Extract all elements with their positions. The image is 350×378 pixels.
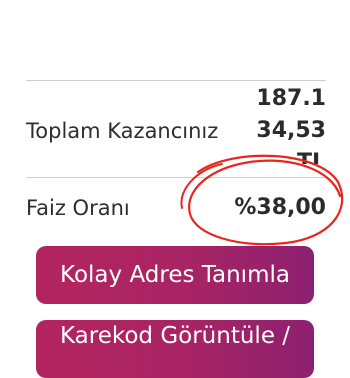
middle-divider xyxy=(26,177,326,178)
easy-address-button[interactable]: Kolay Adres Tanımla xyxy=(36,246,314,304)
previous-value: 187.1 xyxy=(256,86,326,111)
earnings-value: 34,53 xyxy=(256,118,326,143)
interest-rate-value: %38,00 xyxy=(234,195,326,220)
earnings-currency: TL xyxy=(296,150,326,164)
top-divider xyxy=(26,80,326,81)
qr-code-button-label: Karekod Görüntüle / xyxy=(59,323,291,349)
interest-rate-label: Faiz Oranı xyxy=(26,196,130,220)
qr-code-button[interactable]: Karekod Görüntüle / xyxy=(36,320,314,378)
easy-address-button-label: Kolay Adres Tanımla xyxy=(60,262,290,288)
earnings-label: Toplam Kazancınız xyxy=(26,119,219,143)
